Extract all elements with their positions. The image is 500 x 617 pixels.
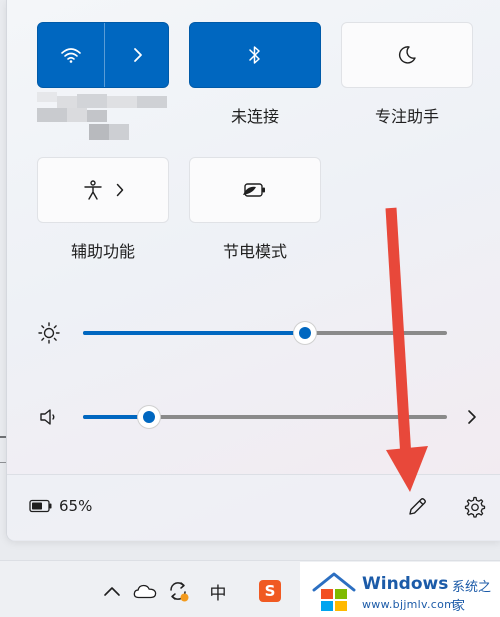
battery-saver-tile[interactable] bbox=[189, 157, 321, 223]
brightness-slider-fill bbox=[83, 331, 306, 335]
quick-settings-panel: 未连接 专注助手 辅助功能 节电模式 65% bbox=[6, 0, 500, 541]
bluetooth-icon bbox=[249, 46, 260, 64]
battery-saver-icon bbox=[243, 183, 265, 197]
sogou-input-button[interactable]: S bbox=[258, 579, 282, 603]
battery-percent: 65% bbox=[59, 497, 93, 515]
watermark-suffix: 系统之家 bbox=[452, 580, 492, 614]
brightness-slider-row bbox=[37, 318, 487, 348]
volume-slider[interactable] bbox=[83, 406, 447, 428]
onedrive-tray-button[interactable] bbox=[133, 579, 157, 603]
sync-tray-button[interactable] bbox=[166, 579, 190, 603]
wifi-tile[interactable] bbox=[37, 22, 169, 88]
sync-icon bbox=[170, 582, 189, 602]
chevron-up-icon bbox=[104, 587, 120, 596]
brightness-slider-thumb[interactable] bbox=[294, 322, 317, 344]
bluetooth-tile-label: 未连接 bbox=[230, 107, 279, 126]
desktop-edge-mark bbox=[0, 462, 6, 463]
brightness-slider[interactable] bbox=[83, 322, 447, 344]
desktop-edge-mark bbox=[0, 436, 6, 438]
audio-output-chevron-icon[interactable] bbox=[467, 409, 477, 425]
moon-icon bbox=[398, 46, 416, 64]
volume-slider-thumb[interactable] bbox=[137, 406, 160, 428]
accessibility-icon bbox=[84, 180, 102, 200]
accessibility-tile[interactable] bbox=[37, 157, 169, 223]
quick-settings-footer: 65% bbox=[7, 474, 500, 541]
brightness-icon bbox=[38, 322, 60, 344]
wifi-expand-button[interactable] bbox=[105, 23, 170, 87]
watermark-brand: Windows bbox=[362, 574, 449, 594]
wifi-icon bbox=[61, 48, 81, 63]
battery-status[interactable]: 65% bbox=[29, 497, 92, 515]
accessibility-tile-label: 辅助功能 bbox=[70, 242, 135, 261]
bluetooth-tile[interactable] bbox=[189, 22, 321, 88]
watermark-url: www.bjjmlv.com bbox=[362, 598, 456, 611]
chevron-right-icon[interactable] bbox=[116, 183, 124, 197]
focus-assist-tile-label: 专注助手 bbox=[374, 107, 439, 126]
site-watermark: Windows 系统之家 www.bjjmlv.com bbox=[300, 562, 500, 617]
focus-assist-tile[interactable] bbox=[341, 22, 473, 88]
volume-slider-row bbox=[37, 402, 487, 432]
chevron-right-icon bbox=[133, 48, 142, 62]
settings-gear-icon[interactable] bbox=[463, 495, 487, 519]
speaker-icon[interactable] bbox=[37, 405, 61, 429]
show-hidden-icons-button[interactable] bbox=[100, 579, 124, 603]
cloud-icon bbox=[133, 584, 157, 599]
edit-pencil-icon[interactable] bbox=[406, 496, 428, 518]
windows-logo-house-icon bbox=[312, 572, 356, 611]
sogou-icon: S bbox=[259, 580, 281, 602]
ime-language-button[interactable]: 中 bbox=[206, 579, 230, 604]
wifi-toggle[interactable] bbox=[38, 23, 104, 87]
screen: 未连接 专注助手 辅助功能 节电模式 65% 中 S Windows 系统之家 … bbox=[0, 0, 500, 617]
battery-saver-tile-label: 节电模式 bbox=[222, 242, 287, 261]
battery-icon bbox=[29, 499, 52, 513]
